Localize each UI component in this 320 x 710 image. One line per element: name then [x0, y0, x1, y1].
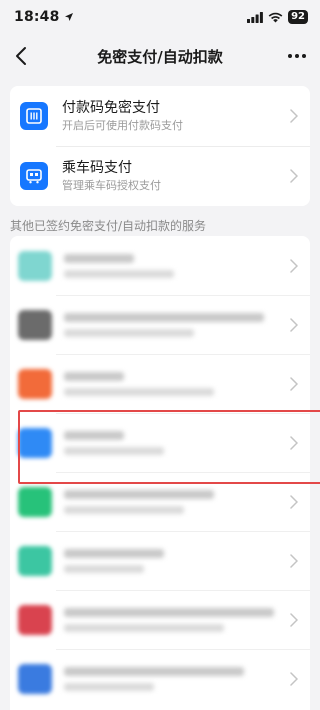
payment-code-text: 付款码免密支付 开启后可使用付款码支付 [62, 99, 183, 133]
more-dots-icon[interactable] [286, 46, 308, 66]
nav-bar: 免密支付/自动扣款 [0, 36, 320, 76]
list-item[interactable] [10, 649, 310, 708]
chevron-right-icon [290, 612, 298, 627]
service-icon [18, 486, 52, 517]
payment-code-subtitle: 开启后可使用付款码支付 [62, 119, 183, 132]
service-icon [18, 368, 52, 399]
status-right: 92 [247, 10, 308, 24]
service-icon [18, 545, 52, 576]
chevron-right-icon [290, 109, 298, 123]
battery-indicator: 92 [288, 10, 308, 24]
service-icon [18, 250, 52, 281]
chevron-right-icon [290, 671, 298, 686]
service-card: 付款码免密支付 开启后可使用付款码支付 乘车码支付 管理乘车码授权支付 [10, 86, 310, 206]
redacted-text [64, 489, 214, 514]
redacted-text [64, 253, 174, 278]
chevron-right-icon [290, 317, 298, 332]
list-item[interactable] [10, 590, 310, 649]
chevron-right-icon [290, 553, 298, 568]
service-icon [18, 604, 52, 635]
transit-code-icon [20, 162, 48, 190]
chevron-right-icon [290, 258, 298, 273]
redacted-text [64, 312, 264, 337]
highlight-box [18, 410, 320, 484]
service-icon [18, 309, 52, 340]
status-time: 18:48 [14, 9, 60, 25]
transit-code-subtitle: 管理乘车码授权支付 [62, 179, 161, 192]
service-icon [18, 663, 52, 694]
status-bar: 18:48 92 [0, 0, 320, 34]
transit-code-text: 乘车码支付 管理乘车码授权支付 [62, 159, 161, 193]
wifi-icon [268, 12, 283, 22]
payment-code-row[interactable]: 付款码免密支付 开启后可使用付款码支付 [10, 86, 310, 146]
redacted-text [64, 548, 164, 573]
redacted-text [64, 607, 274, 632]
page-title: 免密支付/自动扣款 [97, 47, 223, 66]
status-left: 18:48 [14, 9, 74, 25]
location-arrow-icon [64, 13, 73, 21]
section-header: 其他已签约免密支付/自动扣款的服务 [10, 219, 207, 233]
transit-code-title: 乘车码支付 [62, 160, 132, 176]
transit-code-row[interactable]: 乘车码支付 管理乘车码授权支付 [10, 146, 310, 206]
list-item[interactable] [10, 295, 310, 354]
redacted-text [64, 666, 244, 691]
payment-code-icon [20, 102, 48, 130]
payment-code-title: 付款码免密支付 [62, 100, 160, 116]
chevron-right-icon [290, 494, 298, 509]
redacted-text [64, 371, 214, 396]
chevron-right-icon [290, 169, 298, 183]
list-item[interactable] [10, 354, 310, 413]
chevron-right-icon [290, 376, 298, 391]
list-item[interactable] [10, 531, 310, 590]
signal-icon [247, 11, 263, 23]
list-item[interactable] [10, 236, 310, 295]
chevron-left-icon[interactable] [12, 46, 32, 66]
